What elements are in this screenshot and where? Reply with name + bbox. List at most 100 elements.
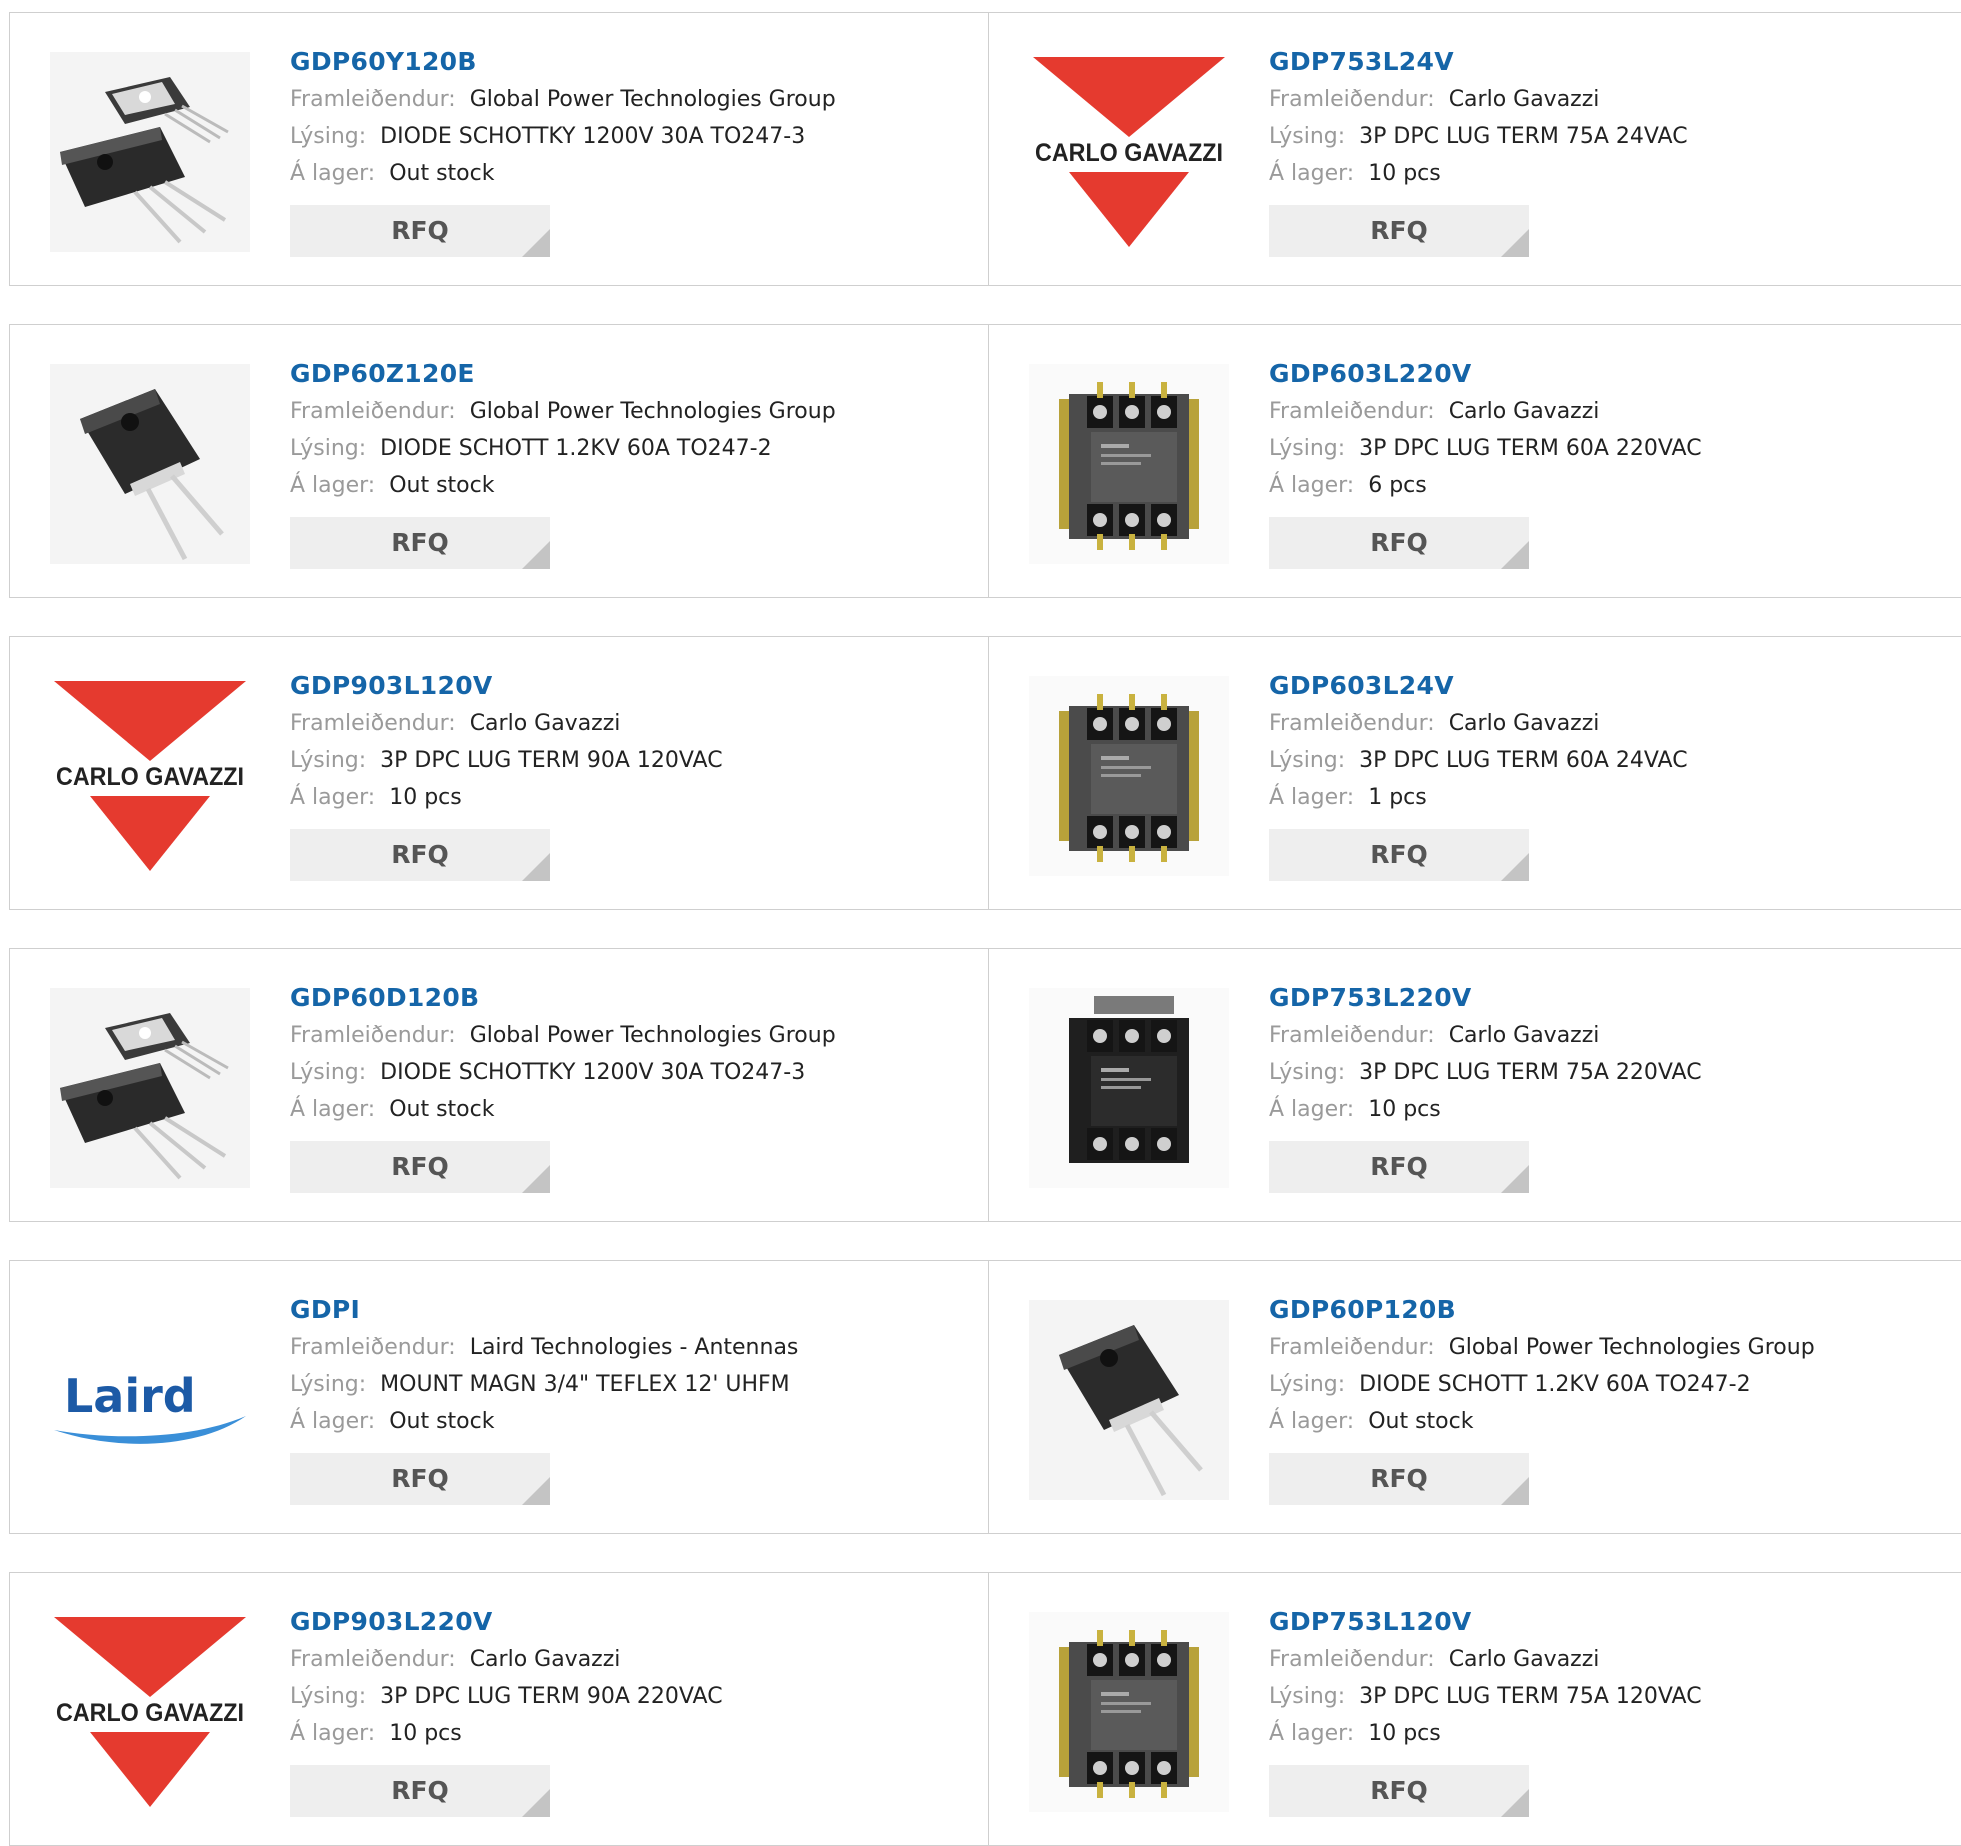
manufacturer-value: Global Power Technologies Group [469, 87, 836, 112]
product-card: Laird GDPI Framleiðendur: Laird Technolog… [10, 1261, 988, 1533]
manufacturer-label: Framleiðendur: [1269, 1335, 1435, 1360]
rfq-button[interactable]: RFQ [1269, 1141, 1529, 1193]
to247-3-pair-icon[interactable] [50, 52, 250, 252]
part-number-link[interactable]: GDP60P120B [1269, 1291, 1929, 1329]
description-label: Lýsing: [290, 436, 367, 461]
product-row: CARLO GAVAZZI GDP903L120V Framleiðendur:… [9, 636, 1961, 910]
rfq-button[interactable]: RFQ [290, 829, 550, 881]
rfq-label: RFQ [1370, 528, 1428, 557]
carlo-gavazzi-logo[interactable]: CARLO GAVAZZI [50, 1612, 250, 1812]
part-number-link[interactable]: GDP603L24V [1269, 667, 1929, 705]
rfq-button[interactable]: RFQ [1269, 517, 1529, 569]
product-row: GDP60D120B Framleiðendur: Global Power Te… [9, 948, 1961, 1222]
rfq-button[interactable]: RFQ [290, 1453, 550, 1505]
contactor-grey-icon[interactable] [1029, 1612, 1229, 1812]
part-number-link[interactable]: GDPI [290, 1291, 950, 1329]
product-card: GDP60Y120B Framleiðendur: Global Power Te… [10, 13, 988, 285]
manufacturer-label: Framleiðendur: [290, 711, 456, 736]
product-info: GDP603L220V Framleiðendur: Carlo Gavazzi … [1269, 355, 1929, 569]
part-number-link[interactable]: GDP60Y120B [290, 43, 950, 81]
description-value: DIODE SCHOTTKY 1200V 30A TO247-3 [380, 1060, 806, 1085]
product-card: GDP603L24V Framleiðendur: Carlo Gavazzi L… [988, 637, 1961, 909]
description-value: 3P DPC LUG TERM 90A 220VAC [380, 1684, 723, 1709]
manufacturer-row: Framleiðendur: Carlo Gavazzi [290, 705, 950, 742]
rfq-button[interactable]: RFQ [1269, 1453, 1529, 1505]
stock-value: 6 pcs [1368, 473, 1427, 498]
contactor-grey-icon[interactable] [1029, 676, 1229, 876]
corner-triangle-icon [1501, 229, 1529, 257]
manufacturer-value: Carlo Gavazzi [469, 711, 621, 736]
product-card: GDP60D120B Framleiðendur: Global Power Te… [10, 949, 988, 1221]
stock-label: Á lager: [290, 785, 376, 810]
corner-triangle-icon [522, 1165, 550, 1193]
stock-value: 10 pcs [389, 785, 462, 810]
rfq-label: RFQ [391, 840, 449, 869]
svg-text:CARLO GAVAZZI: CARLO GAVAZZI [56, 763, 244, 791]
stock-label: Á lager: [290, 161, 376, 186]
stock-label: Á lager: [1269, 161, 1355, 186]
rfq-label: RFQ [1370, 1152, 1428, 1181]
corner-triangle-icon [522, 541, 550, 569]
rfq-button[interactable]: RFQ [290, 205, 550, 257]
part-number-link[interactable]: GDP60Z120E [290, 355, 950, 393]
rfq-label: RFQ [391, 216, 449, 245]
product-info: GDP903L220V Framleiðendur: Carlo Gavazzi … [290, 1603, 950, 1817]
product-card: GDP753L220V Framleiðendur: Carlo Gavazzi … [988, 949, 1961, 1221]
carlo-gavazzi-logo[interactable]: CARLO GAVAZZI [50, 676, 250, 876]
part-number-link[interactable]: GDP603L220V [1269, 355, 1929, 393]
manufacturer-value: Global Power Technologies Group [469, 1023, 836, 1048]
product-card: GDP60Z120E Framleiðendur: Global Power Te… [10, 325, 988, 597]
description-label: Lýsing: [1269, 124, 1346, 149]
to247-3-pair-icon[interactable] [50, 988, 250, 1188]
description-row: Lýsing: 3P DPC LUG TERM 60A 24VAC [1269, 742, 1929, 779]
description-label: Lýsing: [1269, 436, 1346, 461]
corner-triangle-icon [1501, 853, 1529, 881]
part-number-link[interactable]: GDP903L220V [290, 1603, 950, 1641]
manufacturer-label: Framleiðendur: [290, 1335, 456, 1360]
rfq-label: RFQ [391, 1464, 449, 1493]
product-info: GDP60Z120E Framleiðendur: Global Power Te… [290, 355, 950, 569]
rfq-button[interactable]: RFQ [1269, 829, 1529, 881]
stock-row: Á lager: Out stock [290, 1091, 950, 1128]
stock-label: Á lager: [290, 1721, 376, 1746]
rfq-button[interactable]: RFQ [1269, 205, 1529, 257]
carlo-gavazzi-logo[interactable]: CARLO GAVAZZI [1029, 52, 1229, 252]
contactor-black-icon[interactable] [1029, 988, 1229, 1188]
stock-row: Á lager: Out stock [290, 467, 950, 504]
rfq-button[interactable]: RFQ [290, 1765, 550, 1817]
product-card: GDP60P120B Framleiðendur: Global Power Te… [988, 1261, 1961, 1533]
svg-text:Laird: Laird [64, 1369, 196, 1423]
to247-2-icon[interactable] [50, 364, 250, 564]
svg-text:CARLO GAVAZZI: CARLO GAVAZZI [1035, 139, 1223, 167]
stock-value: 1 pcs [1368, 785, 1427, 810]
manufacturer-row: Framleiðendur: Laird Technologies - Anten… [290, 1329, 950, 1366]
svg-text:CARLO GAVAZZI: CARLO GAVAZZI [56, 1699, 244, 1727]
rfq-button[interactable]: RFQ [290, 517, 550, 569]
description-row: Lýsing: 3P DPC LUG TERM 60A 220VAC [1269, 430, 1929, 467]
product-card: CARLO GAVAZZI GDP903L220V Framleiðendur:… [10, 1573, 988, 1845]
manufacturer-row: Framleiðendur: Carlo Gavazzi [1269, 1641, 1929, 1678]
stock-label: Á lager: [1269, 1097, 1355, 1122]
part-number-link[interactable]: GDP753L220V [1269, 979, 1929, 1017]
manufacturer-row: Framleiðendur: Global Power Technologies … [290, 393, 950, 430]
manufacturer-row: Framleiðendur: Carlo Gavazzi [1269, 705, 1929, 742]
part-number-link[interactable]: GDP903L120V [290, 667, 950, 705]
part-number-link[interactable]: GDP60D120B [290, 979, 950, 1017]
part-number-link[interactable]: GDP753L24V [1269, 43, 1929, 81]
rfq-button[interactable]: RFQ [1269, 1765, 1529, 1817]
product-card: GDP603L220V Framleiðendur: Carlo Gavazzi … [988, 325, 1961, 597]
product-info: GDP603L24V Framleiðendur: Carlo Gavazzi L… [1269, 667, 1929, 881]
manufacturer-label: Framleiðendur: [290, 1647, 456, 1672]
part-number-link[interactable]: GDP753L120V [1269, 1603, 1929, 1641]
laird-logo[interactable]: Laird [50, 1300, 250, 1500]
stock-value: 10 pcs [1368, 1721, 1441, 1746]
contactor-grey-icon[interactable] [1029, 364, 1229, 564]
product-card: GDP753L120V Framleiðendur: Carlo Gavazzi … [988, 1573, 1961, 1845]
rfq-label: RFQ [391, 1776, 449, 1805]
rfq-button[interactable]: RFQ [290, 1141, 550, 1193]
product-row: GDP60Z120E Framleiðendur: Global Power Te… [9, 324, 1961, 598]
manufacturer-value: Carlo Gavazzi [1448, 1023, 1600, 1048]
to247-2-icon[interactable] [1029, 1300, 1229, 1500]
description-label: Lýsing: [1269, 748, 1346, 773]
stock-value: Out stock [1368, 1409, 1474, 1434]
